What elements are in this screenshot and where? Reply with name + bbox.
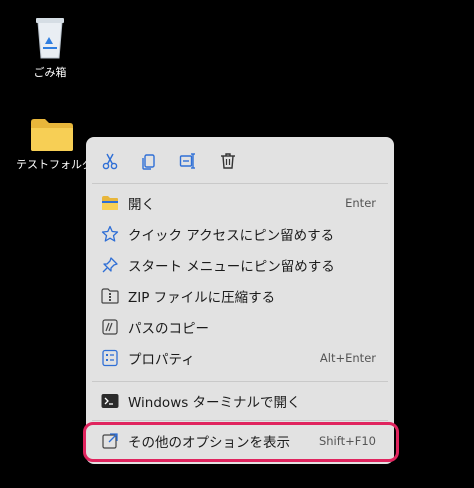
copy-button[interactable] — [137, 149, 161, 173]
copy-path-icon — [101, 318, 119, 336]
menu-item-label: プロパティ — [128, 352, 195, 368]
menu-item-compress-zip[interactable]: ZIP ファイルに圧縮する — [92, 281, 388, 311]
menu-item-label: Windows ターミナルで開く — [128, 395, 301, 411]
divider — [92, 183, 388, 184]
properties-icon — [101, 349, 119, 367]
delete-button[interactable] — [216, 149, 240, 173]
zip-icon — [101, 287, 119, 305]
menu-item-open[interactable]: 開く Enter — [92, 188, 388, 218]
folder-icon — [31, 119, 73, 151]
menu-item-label: スタート メニューにピン留めする — [128, 259, 335, 275]
context-menu-toolbar — [86, 137, 394, 183]
menu-item-pin-start[interactable]: スタート メニューにピン留めする — [92, 250, 388, 280]
recycle-bin-label: ごみ箱 — [33, 66, 67, 79]
menu-item-copy-path[interactable]: パスのコピー — [92, 312, 388, 342]
pin-icon — [101, 256, 119, 274]
recycle-bin[interactable]: ごみ箱 — [10, 14, 90, 80]
menu-item-pin-quick-access[interactable]: クイック アクセスにピン留めする — [92, 219, 388, 249]
more-options-icon — [101, 432, 119, 450]
menu-item-open-terminal[interactable]: Windows ターミナルで開く — [92, 386, 388, 416]
trash-icon — [221, 153, 235, 169]
rename-icon — [179, 153, 195, 169]
menu-item-shortcut: Enter — [345, 196, 376, 210]
menu-item-label: 開く — [128, 197, 155, 213]
star-icon — [101, 225, 119, 243]
folder-icon — [101, 194, 119, 212]
copy-icon — [142, 154, 155, 170]
terminal-icon — [101, 392, 119, 410]
divider — [92, 381, 388, 382]
rename-button[interactable] — [176, 149, 200, 173]
menu-item-label: ZIP ファイルに圧縮する — [128, 290, 276, 306]
menu-item-shortcut: Alt+Enter — [319, 351, 376, 365]
scissors-icon — [102, 153, 118, 170]
context-menu: 開く Enter クイック アクセスにピン留めする スタート メニューにピン留め… — [86, 137, 394, 464]
cut-button[interactable] — [98, 149, 122, 173]
menu-item-show-more-options[interactable]: その他のオプションを表示 Shift+F10 — [92, 426, 388, 456]
recycle-bin-icon — [36, 18, 64, 59]
desktop-folder[interactable]: テストフォルダー — [0, 116, 104, 172]
menu-item-label: クイック アクセスにピン留めする — [128, 228, 335, 244]
menu-item-shortcut: Shift+F10 — [318, 434, 376, 448]
menu-item-label: パスのコピー — [128, 321, 209, 337]
menu-item-properties[interactable]: プロパティ Alt+Enter — [92, 343, 388, 373]
divider — [92, 420, 388, 421]
menu-item-label: その他のオプションを表示 — [128, 435, 290, 451]
